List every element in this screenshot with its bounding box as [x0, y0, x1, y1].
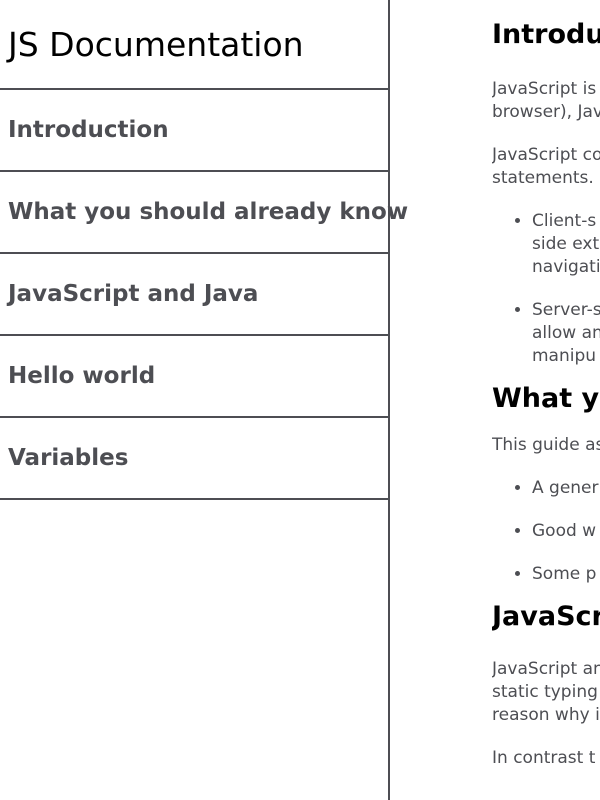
nav-item-what-you-should-already-know[interactable]: What you should already know	[0, 172, 408, 254]
section-list: Client-s side ext navigati Server-s allo…	[492, 210, 600, 368]
nav-item-introduction[interactable]: Introduction	[0, 90, 388, 172]
nav-link-introduction[interactable]: Introduction	[8, 117, 169, 143]
section-paragraph: JavaScript is browser), Jav	[492, 78, 600, 124]
text-line: allow an	[532, 323, 600, 343]
text-line: side ext	[532, 234, 600, 254]
section-list: A gener Good w Some p	[492, 477, 600, 586]
nav-link-variables[interactable]: Variables	[8, 445, 128, 471]
section-paragraph: In contrast t	[492, 747, 600, 770]
list-item: Client-s side ext navigati	[532, 210, 600, 279]
section-title-introduction: Introduction	[492, 19, 600, 50]
text-line: navigati	[532, 257, 600, 277]
list-item: A gener	[532, 477, 600, 500]
section-paragraph: JavaScript co statements.	[492, 144, 600, 190]
text-line: statements.	[492, 168, 594, 188]
sidebar-title: JS Documentation	[8, 24, 304, 64]
sidebar-nav: JS Documentation Introduction What you s…	[0, 0, 408, 800]
nav-item-variables[interactable]: Variables	[0, 418, 388, 500]
sidebar-header: JS Documentation	[0, 0, 388, 90]
text-line: static typing	[492, 682, 598, 702]
text-line: JavaScript is	[492, 79, 597, 99]
text-line: manipu	[532, 346, 597, 366]
text-line: JavaScript co	[492, 145, 600, 165]
main-doc: Introduction JavaScript is browser), Jav…	[492, 0, 600, 800]
section-what-you-should-already-know: What yo This guide as A gener Good w Som…	[492, 368, 600, 586]
list-item: Server-s allow an manipu	[532, 299, 600, 368]
list-item: Some p	[532, 563, 600, 586]
list-item: Good w	[532, 520, 600, 543]
section-javascript-and-java: JavaScri JavaScript an static typing rea…	[492, 586, 600, 770]
text-line: JavaScript an	[492, 659, 600, 679]
section-title-what-you-should-already-know: What yo	[492, 383, 600, 414]
section-title-javascript-and-java: JavaScri	[492, 601, 600, 632]
text-line: reason why i	[492, 705, 600, 725]
section-introduction: Introduction JavaScript is browser), Jav…	[492, 0, 600, 368]
section-paragraph: JavaScript an static typing reason why i	[492, 658, 600, 727]
text-line: Client-s	[532, 211, 597, 231]
text-line: In contrast t	[492, 748, 596, 768]
nav-list: Introduction What you should already kno…	[0, 90, 408, 500]
nav-link-what-you-should-already-know[interactable]: What you should already know	[8, 199, 408, 225]
nav-item-javascript-and-java[interactable]: JavaScript and Java	[0, 254, 388, 336]
nav-item-hello-world[interactable]: Hello world	[0, 336, 388, 418]
nav-link-hello-world[interactable]: Hello world	[8, 363, 155, 389]
text-line: browser), Jav	[492, 102, 600, 122]
section-paragraph: This guide as	[492, 435, 600, 455]
nav-link-javascript-and-java[interactable]: JavaScript and Java	[8, 281, 258, 307]
text-line: Server-s	[532, 300, 600, 320]
